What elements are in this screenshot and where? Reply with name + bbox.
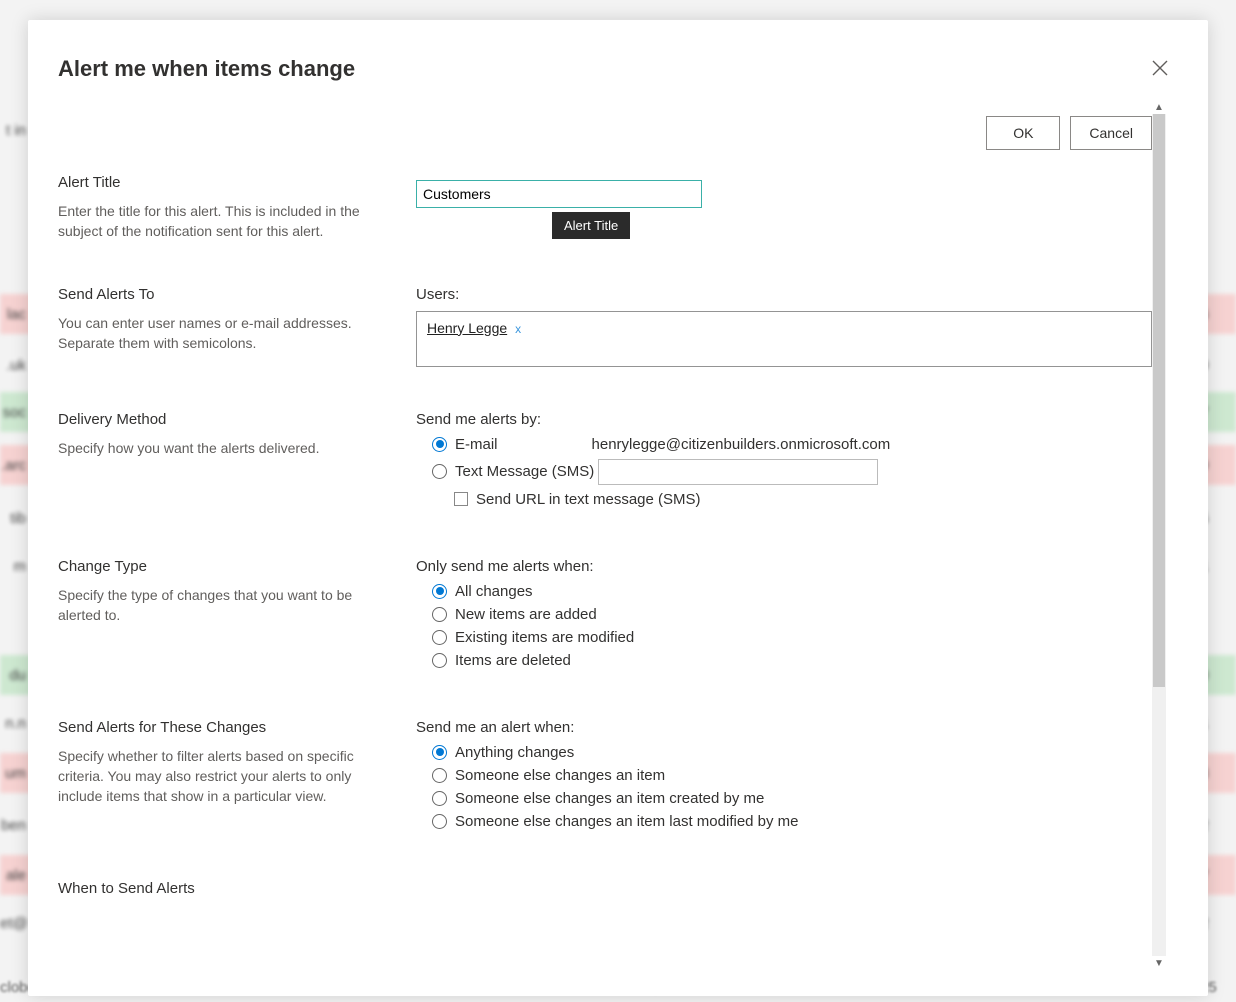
section-heading: Delivery Method xyxy=(58,411,386,428)
radio-modified-by-me[interactable] xyxy=(432,814,447,829)
alert-title-input[interactable] xyxy=(416,180,702,208)
scrollbar[interactable]: ▲ ▼ xyxy=(1152,114,1166,956)
users-picker[interactable]: Henry Legge x xyxy=(416,311,1152,367)
section-delivery: Delivery Method Specify how you want the… xyxy=(58,411,1152,514)
users-label: Users: xyxy=(416,286,1152,303)
radio-sms-label: Text Message (SMS) xyxy=(455,463,594,480)
dialog-title: Alert me when items change xyxy=(58,56,1178,82)
scroll-up-icon[interactable]: ▲ xyxy=(1152,100,1166,114)
action-row: OK Cancel xyxy=(58,112,1152,174)
section-when: When to Send Alerts xyxy=(58,880,1152,907)
scrollbar-thumb[interactable] xyxy=(1153,114,1165,687)
radio-deleted-label: Items are deleted xyxy=(455,652,571,669)
close-button[interactable] xyxy=(1148,56,1172,80)
radio-someone-else-label: Someone else changes an item xyxy=(455,767,665,784)
radio-email[interactable] xyxy=(432,437,447,452)
radio-modified[interactable] xyxy=(432,630,447,645)
section-heading: When to Send Alerts xyxy=(58,880,386,897)
section-description: Specify how you want the alerts delivere… xyxy=(58,438,386,458)
user-chip[interactable]: Henry Legge xyxy=(427,320,507,336)
ok-button[interactable]: OK xyxy=(986,116,1060,150)
remove-user-button[interactable]: x xyxy=(515,322,521,336)
section-description: Specify whether to filter alerts based o… xyxy=(58,746,386,807)
email-address: henrylegge@citizenbuilders.onmicrosoft.c… xyxy=(592,436,891,453)
section-send-to: Send Alerts To You can enter user names … xyxy=(58,286,1152,367)
radio-all-changes-label: All changes xyxy=(455,583,533,600)
scroll-down-icon[interactable]: ▼ xyxy=(1152,956,1166,970)
section-description: Specify the type of changes that you wan… xyxy=(58,585,386,626)
radio-created-by-me-label: Someone else changes an item created by … xyxy=(455,790,764,807)
radio-created-by-me[interactable] xyxy=(432,791,447,806)
radio-anything-label: Anything changes xyxy=(455,744,574,761)
radio-modified-by-me-label: Someone else changes an item last modifi… xyxy=(455,813,799,830)
radio-anything[interactable] xyxy=(432,745,447,760)
section-heading: Change Type xyxy=(58,558,386,575)
radio-someone-else[interactable] xyxy=(432,768,447,783)
section-description: Enter the title for this alert. This is … xyxy=(58,201,386,242)
radio-deleted[interactable] xyxy=(432,653,447,668)
cancel-button[interactable]: Cancel xyxy=(1070,116,1152,150)
section-heading: Send Alerts To xyxy=(58,286,386,303)
checkbox-send-url-label: Send URL in text message (SMS) xyxy=(476,491,701,508)
checkbox-send-url[interactable] xyxy=(454,492,468,506)
radio-all-changes[interactable] xyxy=(432,584,447,599)
dialog-body: OK Cancel Alert Title Enter the title fo… xyxy=(58,112,1152,966)
radio-sms[interactable] xyxy=(432,464,447,479)
filter-label: Send me an alert when: xyxy=(416,719,1152,736)
radio-new-items[interactable] xyxy=(432,607,447,622)
sms-input[interactable] xyxy=(598,459,878,485)
section-alert-title: Alert Title Enter the title for this ale… xyxy=(58,174,1152,242)
section-change-type: Change Type Specify the type of changes … xyxy=(58,558,1152,675)
tooltip: Alert Title xyxy=(552,212,630,239)
radio-modified-label: Existing items are modified xyxy=(455,629,634,646)
radio-email-label: E-mail xyxy=(455,436,498,453)
change-type-label: Only send me alerts when: xyxy=(416,558,1152,575)
section-description: You can enter user names or e-mail addre… xyxy=(58,313,386,354)
delivery-label: Send me alerts by: xyxy=(416,411,1152,428)
close-icon xyxy=(1152,60,1168,76)
section-filter: Send Alerts for These Changes Specify wh… xyxy=(58,719,1152,836)
section-heading: Alert Title xyxy=(58,174,386,191)
radio-new-items-label: New items are added xyxy=(455,606,597,623)
section-heading: Send Alerts for These Changes xyxy=(58,719,386,736)
alert-dialog: Alert me when items change ▲ ▼ OK Cancel… xyxy=(28,20,1208,996)
